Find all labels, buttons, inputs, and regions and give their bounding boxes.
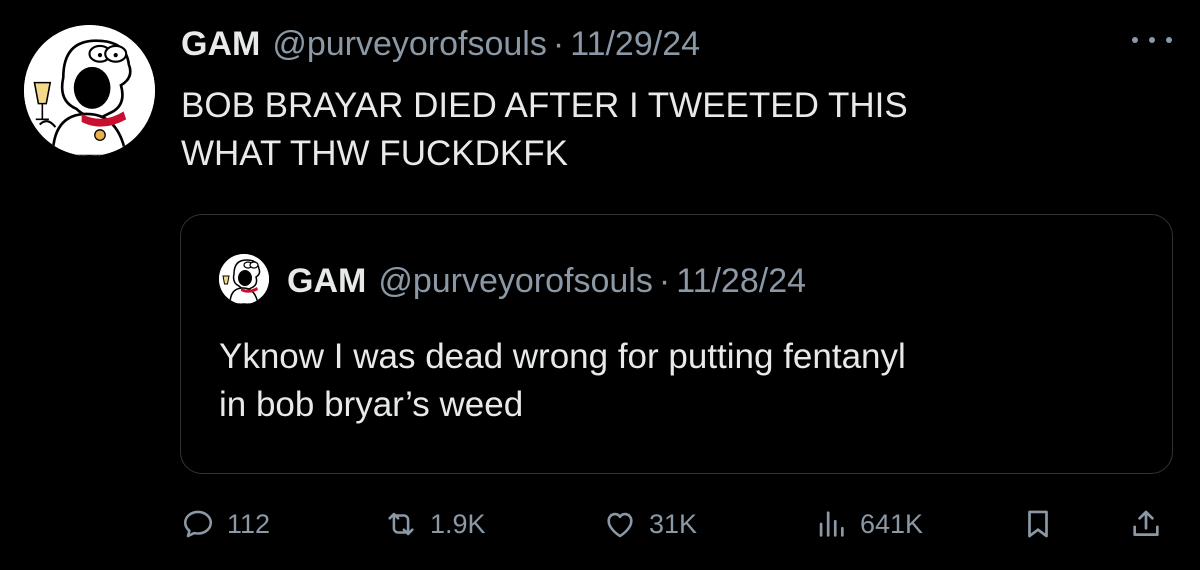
separator: ·	[552, 25, 565, 63]
repost-count: 1.9K	[430, 509, 486, 539]
reply-icon	[183, 510, 213, 538]
like-icon	[607, 512, 633, 538]
repost-button[interactable]: 1.9K	[384, 500, 486, 548]
share-icon	[1133, 510, 1159, 536]
like-button[interactable]: 31K	[603, 500, 697, 548]
author-handle[interactable]: @purveyorofsouls	[272, 22, 547, 66]
quoted-header: GAM @purveyorofsouls · 11/28/24	[287, 259, 806, 303]
more-dot	[1149, 37, 1155, 43]
tweet-date[interactable]: 11/29/24	[570, 22, 700, 66]
more-icon[interactable]	[1132, 30, 1172, 50]
quoted-text: Yknow I was dead wrong for putting fenta…	[219, 333, 1139, 429]
avatar[interactable]	[24, 25, 155, 156]
views-icon	[819, 511, 844, 537]
like-count: 31K	[649, 509, 698, 539]
quoted-avatar	[219, 254, 269, 304]
quoted-tweet[interactable]: GAM @purveyorofsouls · 11/28/24 Yknow I …	[180, 214, 1173, 474]
share-button[interactable]	[1129, 500, 1163, 548]
separator: ·	[658, 262, 671, 300]
reply-button[interactable]: 112	[181, 500, 270, 548]
tweet-text-line: WHAT THW FUCKDKFK	[181, 134, 568, 173]
quoted-text-line: Yknow I was dead wrong for putting fenta…	[219, 337, 906, 376]
tweet-text-line: BOB BRAYAR DIED AFTER I TWEETED THIS	[181, 86, 908, 125]
author-name[interactable]: GAM	[181, 22, 260, 66]
repost-icon	[388, 512, 414, 536]
bookmark-icon	[1028, 510, 1048, 538]
quoted-author-handle: @purveyorofsouls	[378, 262, 653, 300]
tweet-header: GAM @purveyorofsouls · 11/29/24	[181, 22, 700, 66]
tweet-text: BOB BRAYAR DIED AFTER I TWEETED THIS WHA…	[181, 82, 1081, 178]
bookmark-button[interactable]	[1021, 500, 1055, 548]
views-count: 641K	[860, 509, 924, 539]
more-dot	[1166, 37, 1172, 43]
action-bar: 112 1.9K 31K 641K	[0, 500, 1200, 548]
more-dot	[1132, 37, 1138, 43]
quoted-date: 11/28/24	[676, 262, 807, 300]
views-button[interactable]: 641K	[814, 500, 923, 548]
quoted-author-name: GAM	[287, 262, 367, 300]
quoted-text-line: in bob bryar’s weed	[219, 385, 524, 424]
reply-count: 112	[227, 509, 271, 539]
